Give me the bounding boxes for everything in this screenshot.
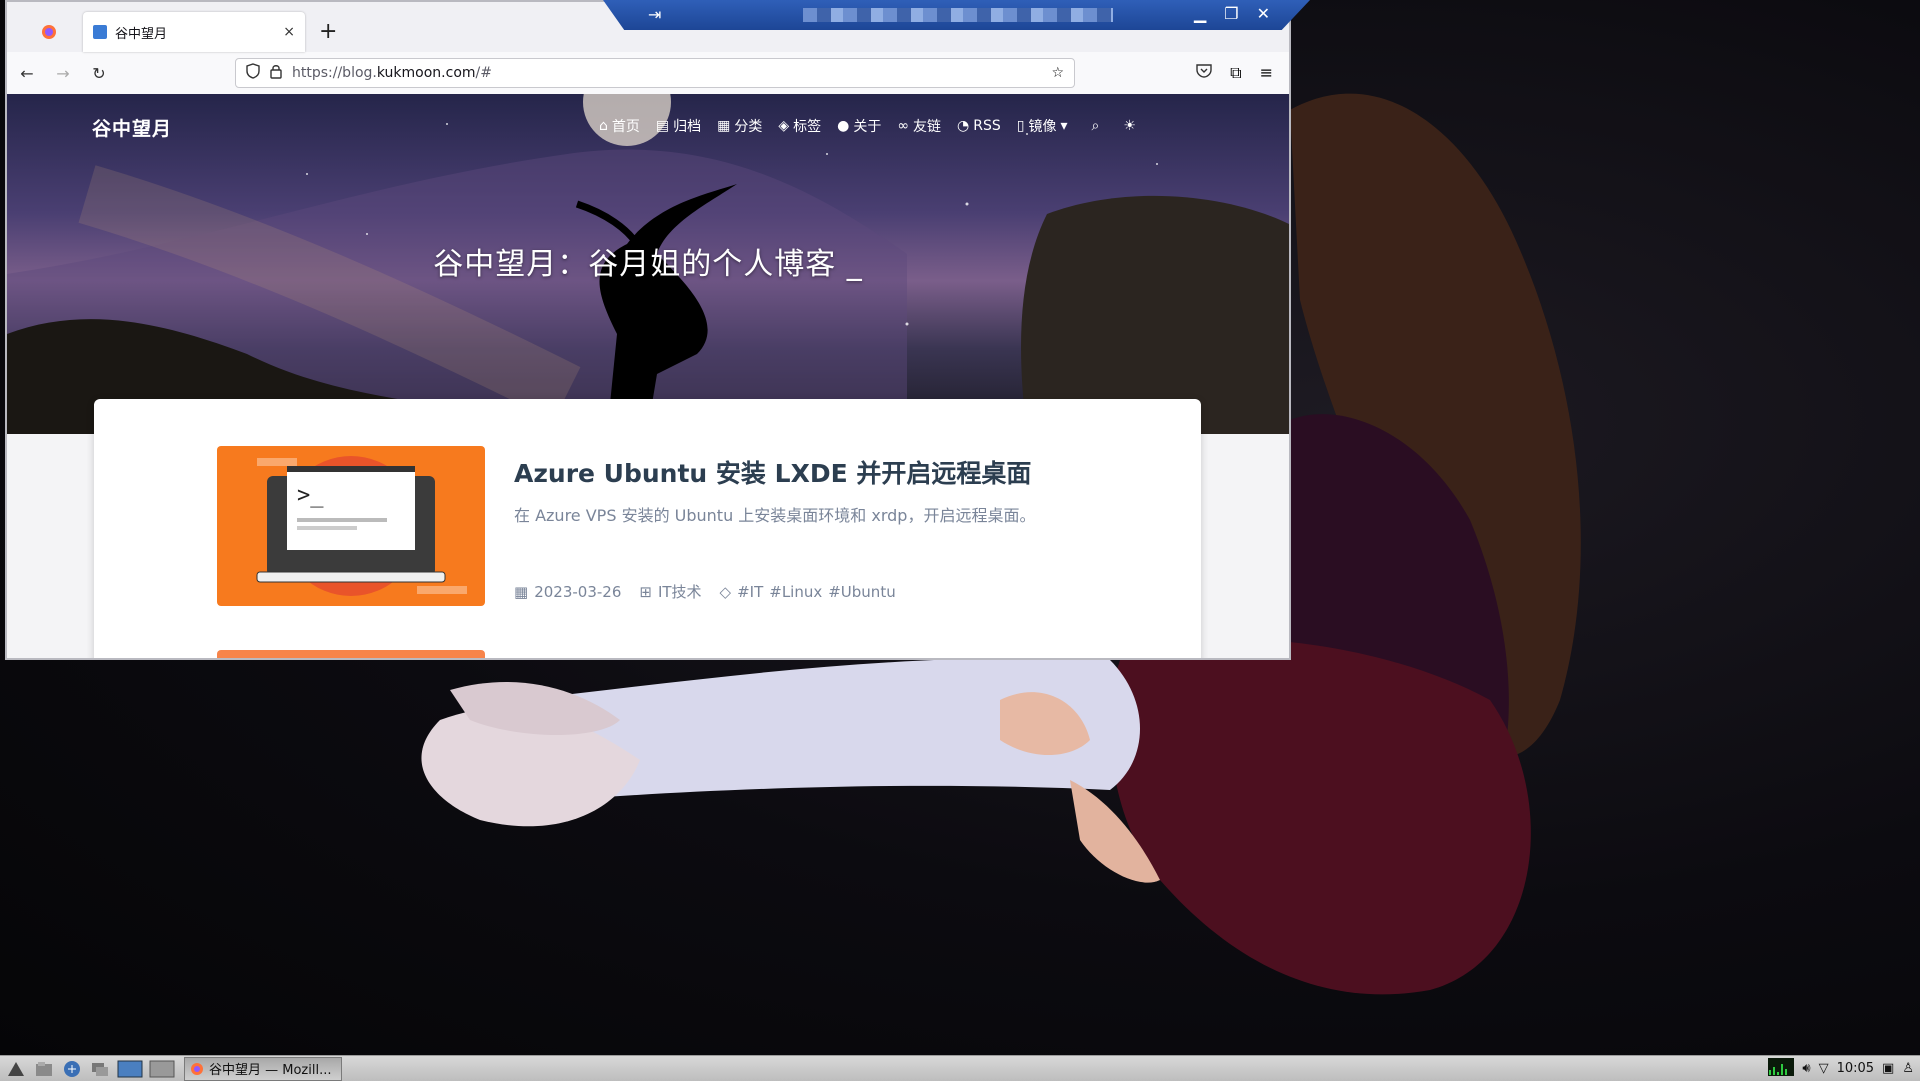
- hero-banner: 谷中望月 ⌂ 首页 ▤ 归档 ▦ 分类 ◈ 标签 ● 关于 ∞ 友链 ◔ RSS ▯ 镜像 ▾ ⌕…: [7, 94, 1289, 434]
- clock[interactable]: 10:05: [1837, 1061, 1874, 1076]
- url-text[interactable]: https://blog.kukmoon.com/#: [292, 65, 1041, 81]
- post-tags: ◇ #IT #Linux #Ubuntu: [720, 583, 896, 601]
- link-icon: ∞: [897, 118, 910, 134]
- screen-lock-icon[interactable]: ▣: [1882, 1061, 1894, 1076]
- archive-icon: ▤: [655, 118, 670, 134]
- close-icon[interactable]: ✕: [1257, 4, 1270, 23]
- workspace-1[interactable]: [116, 1058, 144, 1080]
- restore-icon[interactable]: ❐: [1224, 4, 1238, 23]
- nav-toolbar: ← → ↻ https://blog.kukmoon.com/# ☆ ⧉ ≡: [7, 52, 1289, 95]
- browser-launcher-icon[interactable]: [60, 1058, 84, 1080]
- new-tab-button[interactable]: +: [319, 19, 337, 44]
- site-favicon-icon: [93, 25, 107, 39]
- window-controls: ▁ ❐ ✕: [1194, 4, 1270, 23]
- svg-text:>_: >_: [297, 483, 324, 508]
- rss-icon: ◔: [957, 118, 970, 134]
- start-menu-icon[interactable]: [4, 1058, 28, 1080]
- back-icon[interactable]: ←: [17, 63, 37, 83]
- tab-close-icon[interactable]: ×: [283, 24, 295, 40]
- window-titlebar[interactable]: ⇥ ▁ ❐ ✕: [603, 0, 1310, 30]
- site-menu: ⌂ 首页 ▤ 归档 ▦ 分类 ◈ 标签 ● 关于 ∞ 友链 ◔ RSS ▯ 镜像 ▾ ⌕ ☀: [599, 116, 1136, 136]
- home-icon: ⌂: [599, 118, 608, 134]
- url-bar[interactable]: https://blog.kukmoon.com/# ☆: [235, 58, 1075, 88]
- file-manager-icon[interactable]: [32, 1058, 56, 1080]
- menu-item-mirror[interactable]: ▯ 镜像 ▾: [1017, 116, 1068, 136]
- user-menu-icon[interactable]: ♙: [1902, 1061, 1914, 1076]
- mirror-icon: ▯: [1016, 118, 1025, 134]
- post-date: ▦ 2023-03-26: [514, 583, 621, 601]
- tab-active[interactable]: 谷中望月 ×: [83, 12, 305, 52]
- url-suffix: /#: [475, 65, 492, 81]
- tag-icon: ◇: [719, 582, 732, 601]
- post-meta: ▦ 2023-03-26 ⊞ IT技术 ◇ #IT #Linux #Ubuntu: [514, 581, 896, 602]
- calendar-icon: ▦: [514, 582, 529, 601]
- taskbar-task-firefox[interactable]: 谷中望月 — Mozill...: [184, 1056, 342, 1081]
- web-page: 谷中望月 ⌂ 首页 ▤ 归档 ▦ 分类 ◈ 标签 ● 关于 ∞ 友链 ◔ RSS ▯ 镜像 ▾ ⌕…: [7, 94, 1289, 658]
- tag-link[interactable]: #IT: [737, 583, 763, 601]
- volume-icon[interactable]: 🔊︎: [1802, 1061, 1810, 1076]
- minimize-icon[interactable]: ▁: [1194, 4, 1206, 23]
- reload-icon[interactable]: ↻: [89, 63, 109, 83]
- menu-label: 首页: [611, 119, 640, 135]
- firefox-view-icon[interactable]: [15, 12, 83, 52]
- theme-toggle-icon[interactable]: ☀: [1123, 116, 1136, 136]
- next-post-thumbnail[interactable]: [217, 650, 485, 658]
- category-icon: ⊞: [639, 582, 652, 601]
- menu-item-archive[interactable]: ▤ 归档: [656, 116, 701, 136]
- hero-title: 谷中望月：谷月姐的个人博客 _: [433, 247, 863, 282]
- show-desktop-icon[interactable]: [88, 1058, 112, 1080]
- menu-item-links[interactable]: ∞ 友链: [897, 116, 941, 136]
- url-domain: kukmoon.com: [376, 65, 476, 81]
- tab-title: 谷中望月: [115, 26, 168, 42]
- pin-icon[interactable]: ⇥: [648, 5, 661, 24]
- browser-window: 谷中望月 × + ← → ↻ https://blog.kukmoon.com/…: [5, 0, 1291, 660]
- user-icon: ●: [837, 118, 850, 134]
- post-description: 在 Azure VPS 安装的 Ubuntu 上安装桌面环境和 xrdp，开启远…: [514, 506, 1036, 525]
- tag-icon: ◈: [778, 118, 790, 134]
- menu-label: 归档: [673, 119, 702, 135]
- network-icon[interactable]: ▽: [1819, 1061, 1829, 1076]
- workspace-2[interactable]: [148, 1058, 176, 1080]
- app-menu-icon[interactable]: ≡: [1260, 63, 1273, 83]
- menu-label: 标签: [793, 119, 822, 135]
- post-date-text: 2023-03-26: [534, 582, 622, 601]
- post-title[interactable]: Azure Ubuntu 安装 LXDE 并开启远程桌面: [514, 454, 1031, 490]
- menu-item-rss[interactable]: ◔ RSS: [957, 116, 1001, 136]
- menu-label: 关于: [853, 119, 882, 135]
- terminal-laptop-icon: >_: [256, 456, 467, 596]
- extensions-icon[interactable]: ⧉: [1230, 63, 1241, 83]
- system-tray: 🔊︎ ▽ 10:05 ▣ ♙: [1768, 1057, 1920, 1080]
- grid-icon: ▦: [717, 118, 731, 134]
- post-thumbnail[interactable]: >_: [217, 446, 485, 606]
- pocket-icon[interactable]: [1196, 63, 1212, 83]
- tag-link[interactable]: #Ubuntu: [828, 583, 895, 601]
- site-title[interactable]: 谷中望月: [92, 114, 172, 141]
- menu-label: 友链: [913, 119, 942, 135]
- post-category-text: IT技术: [657, 583, 702, 601]
- menu-item-home[interactable]: ⌂ 首页: [599, 116, 640, 136]
- search-icon[interactable]: ⌕: [1092, 116, 1100, 136]
- tag-link[interactable]: #Linux: [769, 583, 822, 601]
- forward-icon[interactable]: →: [53, 63, 73, 83]
- task-label: 谷中望月 — Mozill...: [209, 1063, 332, 1078]
- url-prefix: https://blog.: [292, 65, 377, 81]
- bookmark-star-icon[interactable]: ☆: [1051, 65, 1064, 81]
- lock-icon[interactable]: [270, 64, 282, 83]
- toolbar-right: ⧉ ≡: [1196, 63, 1279, 83]
- shield-icon[interactable]: [246, 63, 260, 83]
- menu-label: 分类: [734, 119, 763, 135]
- chevron-down-icon: ▾: [1060, 118, 1068, 134]
- post-category[interactable]: ⊞ IT技术: [639, 581, 701, 602]
- menu-item-about[interactable]: ● 关于: [837, 116, 881, 136]
- menu-item-categories[interactable]: ▦ 分类: [717, 116, 762, 136]
- cpu-monitor-icon[interactable]: [1768, 1057, 1795, 1080]
- taskbar: 谷中望月 — Mozill... 🔊︎ ▽ 10:05 ▣ ♙: [0, 1055, 1920, 1081]
- menu-item-tags[interactable]: ◈ 标签: [778, 116, 821, 136]
- firefox-icon: [191, 1062, 203, 1075]
- menu-label: RSS: [973, 118, 1001, 134]
- pixelated-title: [803, 8, 1113, 22]
- post-list-card: >_ Azure Ubuntu 安装 LXDE 并开启远程桌面 在 Azure …: [94, 399, 1201, 658]
- menu-label: 镜像: [1028, 119, 1057, 135]
